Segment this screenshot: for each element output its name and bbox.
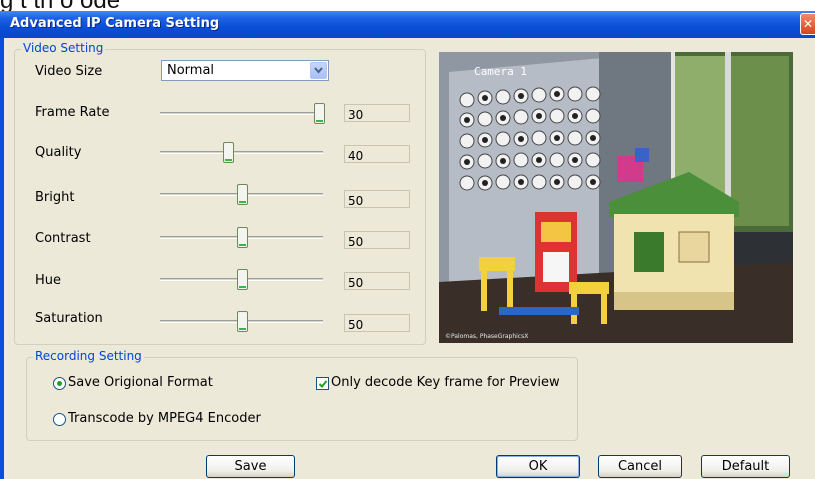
default-button[interactable]: Default [701, 455, 790, 478]
ok-button[interactable]: OK [496, 455, 580, 478]
quality-slider-thumb[interactable] [223, 142, 235, 163]
recording-setting-legend: Recording Setting [33, 349, 144, 363]
quality-value: 40 [344, 145, 410, 163]
camera-caption: Camera 1 [474, 65, 527, 78]
frame-rate-slider-thumb[interactable] [314, 103, 325, 124]
video-setting-legend: Video Setting [21, 41, 106, 55]
bright-slider[interactable] [160, 184, 323, 205]
frame-rate-label: Frame Rate [35, 105, 110, 120]
window-titlebar[interactable]: Advanced IP Camera Setting [0, 11, 815, 38]
camera-preview: Camera 1 ©Palomas, PhaseGraphicsX [439, 52, 793, 343]
saturation-slider[interactable] [160, 311, 323, 332]
contrast-value: 50 [344, 231, 410, 249]
hue-value: 50 [344, 272, 410, 290]
cancel-button[interactable]: Cancel [598, 455, 682, 478]
contrast-slider-thumb[interactable] [237, 227, 248, 248]
saturation-label: Saturation [35, 311, 103, 326]
video-size-label: Video Size [35, 64, 103, 79]
save-button[interactable]: Save [206, 455, 295, 478]
saturation-slider-thumb[interactable] [237, 311, 248, 332]
camera-preview-image [439, 52, 793, 343]
hue-slider-thumb[interactable] [237, 269, 248, 290]
hue-slider[interactable] [160, 269, 323, 290]
frame-rate-value: 30 [344, 104, 410, 122]
close-icon: ✕ [802, 17, 814, 31]
save-original-radio[interactable] [53, 377, 66, 390]
camera-image-credit: ©Palomas, PhaseGraphicsX [445, 333, 529, 340]
bright-slider-thumb[interactable] [237, 184, 248, 205]
chevron-down-icon [314, 67, 323, 74]
video-size-select[interactable]: Normal [161, 60, 329, 81]
decode-key-frame-checkbox[interactable] [316, 377, 329, 390]
checkmark-icon [318, 380, 328, 388]
close-button[interactable]: ✕ [800, 13, 815, 35]
quality-slider[interactable] [160, 142, 323, 163]
dropdown-arrow-button[interactable] [310, 62, 327, 79]
contrast-slider[interactable] [160, 227, 323, 248]
hue-label: Hue [35, 273, 62, 288]
save-original-label[interactable]: Save Origional Format [68, 375, 213, 390]
video-size-value: Normal [167, 63, 215, 78]
frame-rate-slider[interactable] [160, 103, 325, 124]
transcode-label[interactable]: Transcode by MPEG4 Encoder [68, 411, 261, 426]
contrast-label: Contrast [35, 231, 91, 246]
background-page-text: g t th o ode [0, 0, 120, 11]
window-title: Advanced IP Camera Setting [10, 16, 220, 31]
transcode-radio[interactable] [53, 413, 66, 426]
bright-value: 50 [344, 190, 410, 208]
saturation-value: 50 [344, 314, 410, 332]
bright-label: Bright [35, 190, 75, 205]
decode-key-frame-label[interactable]: Only decode Key frame for Preview [331, 375, 560, 390]
quality-label: Quality [35, 145, 82, 160]
recording-setting-group: Recording Setting [26, 349, 578, 441]
background-page-fragment: g t th o ode [0, 0, 815, 11]
